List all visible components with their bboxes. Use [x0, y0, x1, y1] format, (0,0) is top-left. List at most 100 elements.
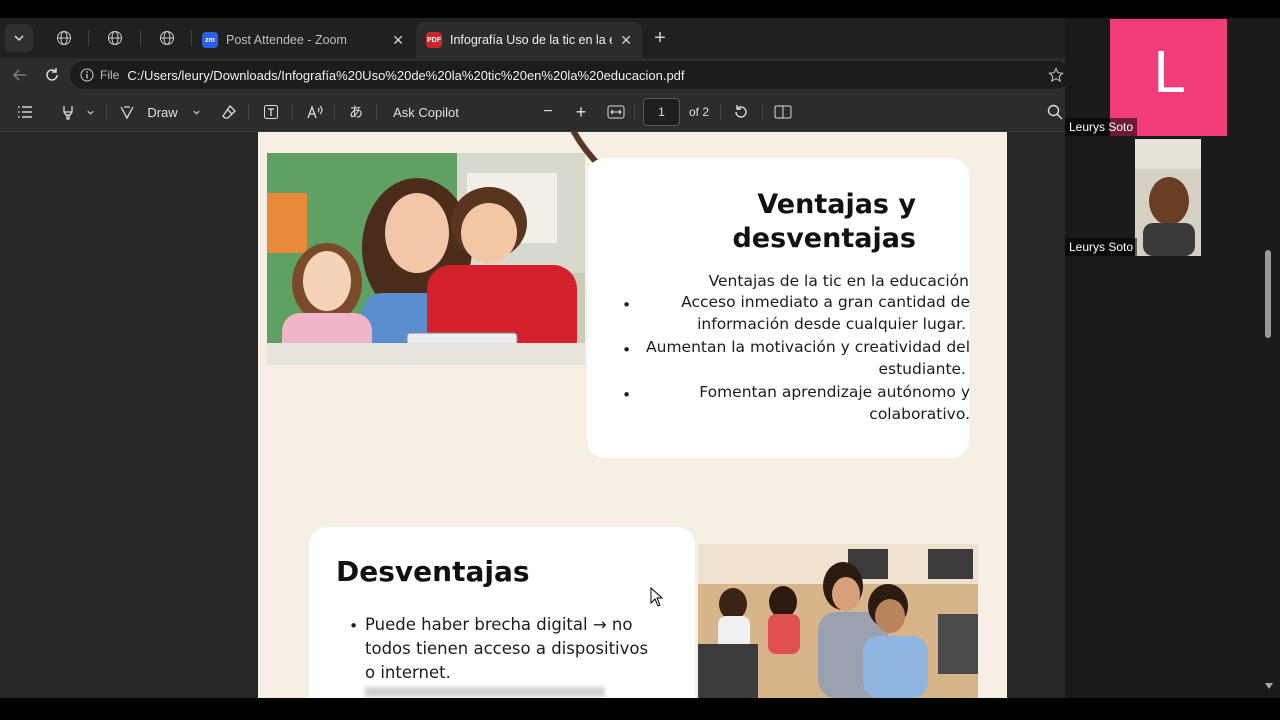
list-item-line: Acceso inmediato a gran cantidad de	[681, 293, 970, 311]
globe-icon	[57, 31, 71, 45]
contents-button[interactable]	[14, 100, 36, 124]
list-item-line: estudiante.	[878, 360, 966, 378]
pdf-viewer[interactable]: Ventajas y desventajas Ventajas de la ti…	[0, 132, 1065, 698]
bullet-dot: •	[622, 341, 632, 359]
list-item: Acceso inmediato a gran cantidad de info…	[681, 291, 970, 335]
draw-icon	[120, 106, 134, 120]
toolbar-divider	[292, 104, 293, 120]
scrollbar-thumb[interactable]	[1265, 250, 1271, 338]
pdf-page: Ventajas y desventajas Ventajas de la ti…	[258, 132, 1007, 698]
ventajas-title-line2: desventajas	[732, 223, 916, 254]
page-total-label: of 2	[688, 105, 709, 119]
ventajas-title: Ventajas y desventajas	[732, 188, 916, 256]
browser-window: zm Post Attendee - Zoom ✕ PDF Infografía…	[0, 18, 1065, 698]
mouse-cursor-icon	[650, 587, 664, 607]
add-text-button[interactable]	[260, 100, 282, 124]
ask-copilot-label: Ask Copilot	[393, 104, 459, 120]
classroom-tablet-photo	[267, 153, 585, 365]
toolbar-divider	[106, 104, 107, 120]
draw-label: Draw	[147, 104, 178, 120]
avatar-initial: L	[1152, 41, 1185, 106]
bullet-dot: •	[349, 617, 359, 635]
address-bar-row: File C:/Users/leury/Downloads/Infografía…	[0, 58, 1065, 92]
desventajas-card: Desventajas • Puede haber brecha digital…	[309, 527, 695, 698]
list-item-line: Puede haber brecha digital → no	[365, 615, 633, 634]
rotate-icon	[735, 105, 747, 118]
fit-width-icon	[607, 105, 625, 119]
page-scrollbar[interactable]	[1262, 250, 1280, 698]
read-aloud-icon	[307, 105, 323, 119]
page-view-button[interactable]	[772, 100, 794, 124]
toolbar-divider	[720, 104, 721, 120]
tab-title: Post Attendee - Zoom	[226, 33, 347, 47]
favorite-button[interactable]	[1044, 63, 1065, 87]
ask-copilot-button[interactable]: Ask Copilot	[388, 100, 464, 124]
list-icon	[18, 106, 32, 118]
list-item: Fomentan aprendizaje autónomo y colabora…	[699, 381, 970, 425]
list-item: Aumentan la motivación y creatividad del…	[646, 336, 970, 380]
pinned-tab-2[interactable]	[101, 24, 129, 52]
tab-divider	[88, 30, 89, 46]
participant-video-tile[interactable]	[1135, 139, 1201, 256]
erase-button[interactable]	[218, 100, 240, 124]
bullet-dot: •	[622, 386, 632, 404]
tab-actions-button[interactable]	[5, 24, 33, 52]
close-icon[interactable]: ✕	[620, 32, 632, 49]
scroll-down-icon[interactable]	[1264, 682, 1274, 690]
cut-off-text	[365, 687, 605, 697]
pdf-icon: PDF	[426, 32, 442, 48]
chevron-down-icon	[193, 110, 200, 115]
screen: zm Post Attendee - Zoom ✕ PDF Infografía…	[0, 0, 1280, 720]
plus-icon: +	[654, 26, 666, 49]
participant-name: Leurys Soto	[1065, 118, 1138, 136]
find-button[interactable]	[1044, 100, 1065, 124]
star-icon	[1048, 67, 1064, 82]
translate-button[interactable]: あ	[344, 100, 368, 124]
draw-button[interactable]: Draw	[118, 100, 202, 124]
pinned-tab-1[interactable]	[50, 24, 78, 52]
zoom-in-button[interactable]: +	[571, 100, 591, 124]
list-item-line: colaborativo.	[869, 405, 970, 423]
back-arrow-icon	[12, 69, 26, 81]
refresh-icon	[46, 68, 58, 81]
page-total: of 2	[686, 100, 712, 124]
address-bar[interactable]: File C:/Users/leury/Downloads/Infografía…	[70, 61, 1065, 89]
chevron-down-icon	[86, 110, 94, 115]
zoom-out-button[interactable]: −	[538, 100, 558, 124]
tab-pdf[interactable]: PDF Infografía Uso de la tic en la educa…	[416, 22, 642, 58]
translate-icon: あ	[349, 104, 363, 120]
list-item-line: Fomentan aprendizaje autónomo y	[699, 383, 970, 401]
list-item: Puede haber brecha digital → no todos ti…	[365, 613, 648, 685]
pinned-tab-3[interactable]	[153, 24, 181, 52]
toolbar-divider	[248, 104, 249, 120]
page-number-input[interactable]: 1	[643, 98, 680, 126]
rotate-button[interactable]	[730, 100, 752, 124]
toolbar-divider	[762, 104, 763, 120]
page-view-icon	[774, 105, 792, 119]
highlight-button[interactable]	[54, 100, 100, 124]
toolbar-divider	[334, 104, 335, 120]
read-aloud-button[interactable]	[304, 100, 326, 124]
page-number-value: 1	[658, 105, 665, 119]
minus-icon: −	[543, 103, 553, 120]
fit-page-button[interactable]	[605, 100, 627, 124]
new-tab-button[interactable]: +	[646, 24, 674, 52]
tab-title: Infografía Uso de la tic en la educa	[450, 33, 612, 47]
refresh-button[interactable]	[40, 63, 64, 87]
toolbar-divider	[376, 104, 377, 120]
bullet-dot: •	[622, 296, 632, 314]
toolbar-divider	[634, 104, 635, 120]
tab-bar: zm Post Attendee - Zoom ✕ PDF Infografía…	[0, 18, 1065, 58]
desventajas-title: Desventajas	[336, 555, 530, 588]
highlighter-icon	[62, 106, 73, 120]
close-icon[interactable]: ✕	[392, 32, 404, 49]
search-icon	[1047, 104, 1063, 120]
ventajas-intro: Ventajas de la tic en la educación	[708, 272, 969, 290]
url-text: C:/Users/leury/Downloads/Infografía%20Us…	[127, 67, 685, 83]
zoom-participants-panel: L Leurys Soto Leurys Soto	[1065, 18, 1280, 698]
ventajas-title-line1: Ventajas y	[757, 189, 916, 220]
tab-zoom[interactable]: zm Post Attendee - Zoom ✕	[192, 22, 414, 58]
back-button[interactable]	[8, 63, 32, 87]
plus-icon: +	[575, 101, 587, 122]
info-icon	[80, 68, 94, 82]
